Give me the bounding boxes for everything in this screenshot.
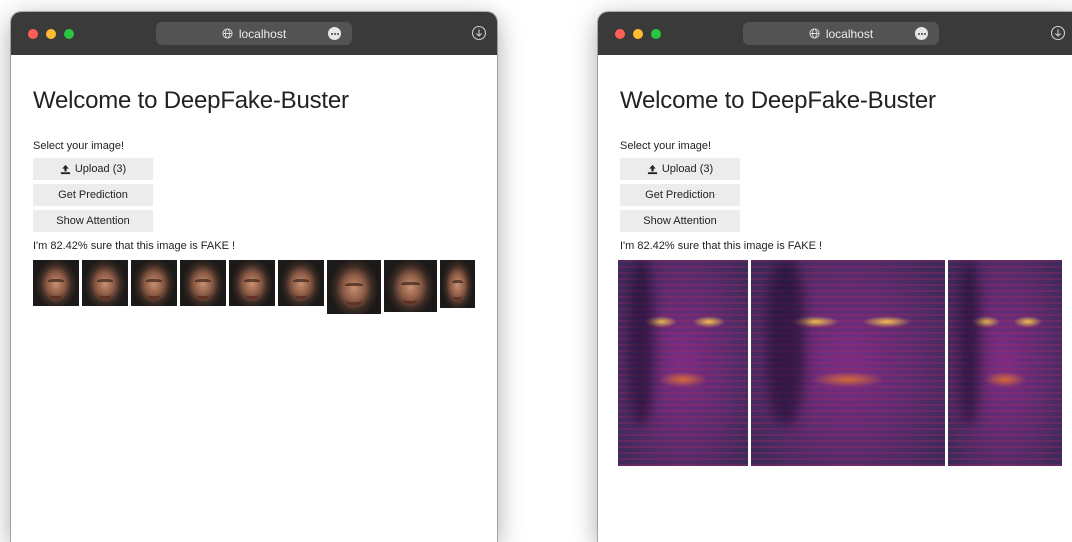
face-thumbnail [33, 260, 79, 306]
url-text: localhost [825, 26, 874, 41]
title-bar: localhost [598, 12, 1072, 55]
prediction-result: I'm 82.42% sure that this image is FAKE … [33, 240, 236, 252]
select-label: Select your image! [33, 140, 125, 152]
close-window-button[interactable] [615, 29, 625, 39]
close-window-button[interactable] [28, 29, 38, 39]
get-prediction-button[interactable]: Get Prediction [620, 184, 740, 206]
show-attention-button[interactable]: Show Attention [620, 210, 740, 232]
face-thumbnail [327, 260, 381, 314]
get-prediction-button[interactable]: Get Prediction [33, 184, 153, 206]
show-attention-button[interactable]: Show Attention [33, 210, 153, 232]
upload-button[interactable]: Upload (3) [620, 158, 740, 180]
url-text: localhost [238, 26, 287, 41]
address-bar[interactable]: localhost [156, 22, 352, 45]
download-icon[interactable] [471, 25, 487, 41]
attention-maps [618, 260, 1062, 466]
face-thumbnail [278, 260, 324, 306]
address-bar[interactable]: localhost [743, 22, 939, 45]
attention-heatmap [948, 260, 1062, 466]
upload-button[interactable]: Upload (3) [33, 158, 153, 180]
attention-heatmap [750, 260, 946, 466]
download-icon[interactable] [1050, 25, 1066, 41]
face-thumbnail [180, 260, 226, 306]
face-thumbnail [82, 260, 128, 306]
browser-window-right: localhost Welcome to DeepFake-Buster Sel… [598, 12, 1072, 542]
upload-button-label: Upload (3) [74, 163, 127, 175]
face-thumbnail [384, 260, 437, 312]
title-bar: localhost [11, 12, 497, 55]
upload-icon [60, 164, 70, 174]
page-content: Welcome to DeepFake-Buster Select your i… [598, 55, 1072, 466]
minimize-window-button[interactable] [46, 29, 56, 39]
minimize-window-button[interactable] [633, 29, 643, 39]
upload-button-label: Upload (3) [661, 163, 714, 175]
traffic-lights [28, 29, 74, 39]
select-label: Select your image! [620, 140, 712, 152]
more-icon[interactable] [915, 27, 928, 40]
page-content: Welcome to DeepFake-Buster Select your i… [11, 55, 497, 314]
globe-icon [222, 28, 233, 39]
attention-heatmap [618, 260, 748, 466]
traffic-lights [615, 29, 661, 39]
upload-icon [647, 164, 657, 174]
face-thumbnails [33, 260, 475, 314]
face-thumbnail [229, 260, 275, 306]
face-thumbnail [131, 260, 177, 306]
prediction-result: I'm 82.42% sure that this image is FAKE … [620, 240, 823, 252]
face-thumbnail [440, 260, 475, 308]
browser-window-left: localhost Welcome to DeepFake-Buster Sel… [11, 12, 497, 542]
maximize-window-button[interactable] [651, 29, 661, 39]
globe-icon [809, 28, 820, 39]
more-icon[interactable] [328, 27, 341, 40]
page-title: Welcome to DeepFake-Buster [620, 87, 936, 114]
maximize-window-button[interactable] [64, 29, 74, 39]
page-title: Welcome to DeepFake-Buster [33, 87, 349, 114]
